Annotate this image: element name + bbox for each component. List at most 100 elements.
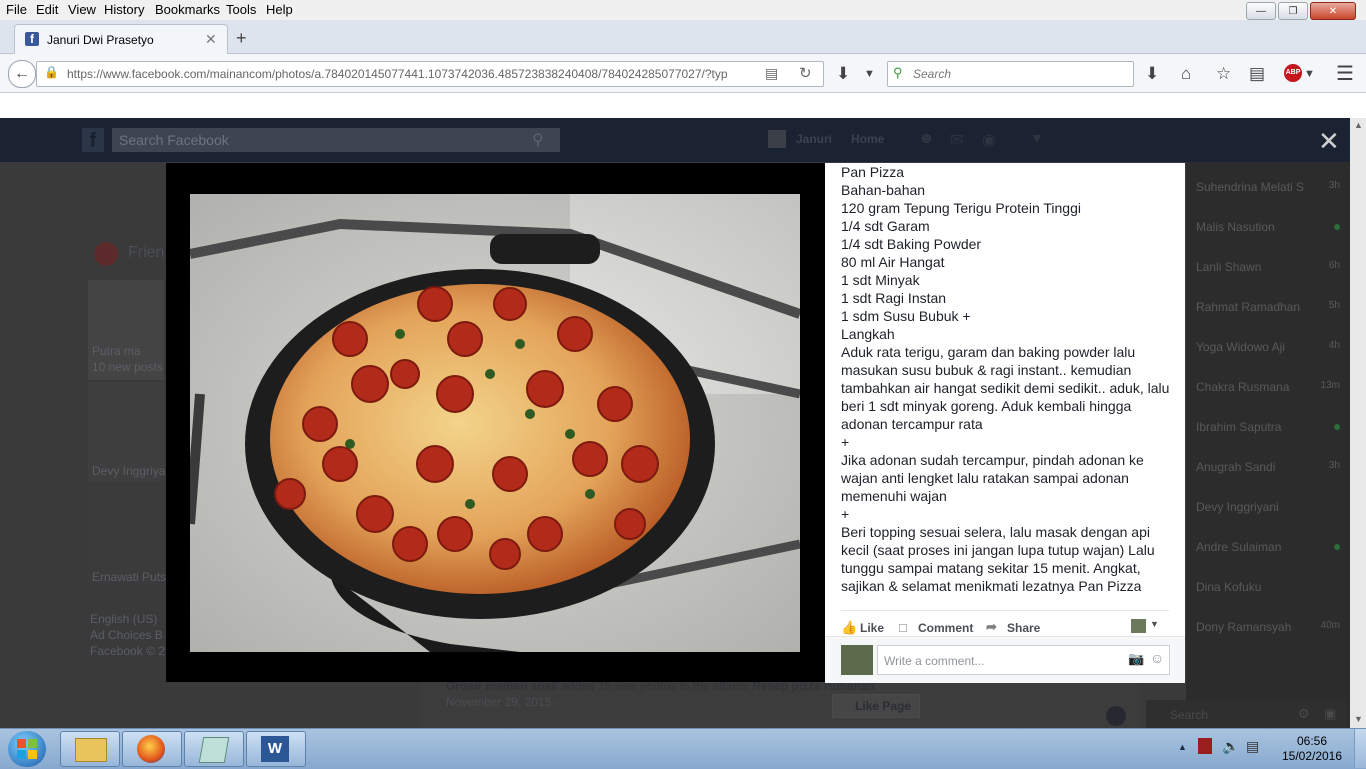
menu-help[interactable]: Help [266, 2, 293, 17]
footer-adchoices[interactable]: Ad Choices B [90, 628, 163, 642]
show-desktop-button[interactable] [1354, 729, 1366, 768]
menu-tools[interactable]: Tools [226, 2, 256, 17]
firefox-taskbar-button[interactable] [122, 731, 182, 767]
bookmarks-list-icon[interactable]: ▤ [1249, 64, 1265, 84]
chat-search-placeholder: Search [1170, 708, 1209, 722]
browser-tab[interactable]: f Januri Dwi Prasetyo ✕ [14, 24, 228, 55]
scrollbar[interactable]: ▲ ▼ [1350, 118, 1366, 728]
url-bar[interactable]: 🔒 https://www.facebook.com/mainancom/pho… [36, 61, 824, 87]
contact-last-active: 13m [1320, 380, 1340, 391]
close-viewer-icon[interactable]: ✕ [1318, 126, 1340, 157]
menu-bar: File Edit View History Bookmarks Tools H… [0, 0, 1366, 20]
hamburger-menu-icon[interactable]: ☰ [1336, 61, 1354, 86]
home-icon[interactable]: ⌂ [1181, 64, 1191, 84]
share-button[interactable]: Share [1007, 621, 1040, 635]
comment-icon: □ [899, 620, 907, 635]
chevron-down-icon[interactable]: ▼ [864, 68, 875, 80]
facebook-logo-icon[interactable]: f [82, 128, 104, 152]
network-icon[interactable]: ▤ [1246, 738, 1259, 755]
search-icon[interactable]: ⚲ [532, 130, 544, 150]
contact-item[interactable]: Devy Inggriyani [1196, 500, 1346, 514]
close-tab-icon[interactable]: ✕ [205, 31, 217, 48]
explorer-taskbar-button[interactable] [60, 731, 120, 767]
contact-item[interactable]: Andre Sulaiman [1196, 540, 1346, 554]
like-page-button[interactable]: Like Page [832, 694, 920, 718]
start-button[interactable] [8, 731, 46, 767]
caption-line: 1 sdt Ragi Instan [841, 290, 947, 306]
menu-history[interactable]: History [104, 2, 144, 17]
contact-item[interactable]: Chakra Rusmana 13m [1196, 380, 1346, 394]
contact-item[interactable]: Lanli Shawn 6h [1196, 260, 1346, 274]
gear-icon[interactable]: ⚙ [1298, 706, 1310, 722]
volume-icon[interactable]: 🔈 [1222, 738, 1239, 755]
adblock-chevron-icon[interactable]: ▼ [1304, 68, 1315, 80]
feed-post: Grosir mainan anak added 15 new photos t… [420, 679, 1140, 728]
show-hidden-icons-icon[interactable]: ▲ [1178, 742, 1187, 752]
caption-line: Bahan-bahan [841, 182, 926, 198]
search-bar[interactable]: ⚲ Search [887, 61, 1134, 87]
contact-item[interactable]: Dina Kofuku [1196, 580, 1346, 594]
settings-chevron-icon[interactable]: ▼ [1030, 130, 1044, 146]
contact-item[interactable]: Suhendrina Melati S 3h [1196, 180, 1346, 194]
contact-item[interactable]: Yoga Widowo Aji 4h [1196, 340, 1346, 354]
contact-item[interactable]: Dony Ramansyah 40m [1196, 620, 1346, 634]
contact-name: Malis Nasution [1196, 220, 1275, 234]
contact-name: Ibrahim Saputra [1196, 420, 1282, 434]
globe-icon[interactable] [1106, 706, 1126, 726]
pizza-photo[interactable] [190, 194, 800, 652]
like-button[interactable]: Like [860, 621, 884, 635]
avatar[interactable] [1131, 619, 1146, 633]
friends-icon [94, 242, 118, 266]
system-clock[interactable]: 06:56 15/02/2016 [1280, 734, 1344, 764]
menu-view[interactable]: View [68, 2, 96, 17]
close-window-button[interactable]: ✕ [1310, 2, 1356, 20]
expand-icon[interactable]: ▣ [1324, 706, 1336, 722]
notifications-icon[interactable]: ◉ [982, 130, 996, 150]
friend-requests-icon[interactable]: ☻ [918, 130, 935, 148]
comment-input[interactable]: Write a comment... 📷 ☺ [877, 645, 1170, 675]
home-link[interactable]: Home [851, 132, 884, 146]
scroll-up-icon[interactable]: ▲ [1354, 120, 1363, 130]
post-date: November 29, 2015 · [446, 695, 559, 709]
menu-file[interactable]: File [6, 2, 27, 17]
url-text: https://www.facebook.com/mainancom/photo… [67, 67, 727, 81]
word-taskbar-button[interactable]: W [246, 731, 306, 767]
chat-search-bar[interactable]: Search ⚙ ▣ [1146, 700, 1346, 728]
camera-icon[interactable]: 📷 [1128, 651, 1144, 667]
contact-item[interactable]: Ibrahim Saputra [1196, 420, 1346, 434]
search-input[interactable]: Search [913, 67, 951, 81]
avatar[interactable] [768, 130, 786, 148]
windows-logo-icon-part [28, 739, 37, 748]
footer-language[interactable]: English (US) [90, 612, 157, 626]
menu-edit[interactable]: Edit [36, 2, 58, 17]
contact-item[interactable]: Malis Nasution [1196, 220, 1346, 234]
menu-bookmarks[interactable]: Bookmarks [155, 2, 220, 17]
tray-app-icon[interactable] [1198, 738, 1212, 754]
maximize-button[interactable]: ❐ [1278, 2, 1308, 20]
contact-name: Dony Ramansyah [1196, 620, 1292, 634]
caption-line: 80 ml Air Hangat [841, 254, 945, 270]
minimize-button[interactable]: — [1246, 2, 1276, 20]
contact-last-active: 6h [1328, 260, 1340, 271]
notepad-taskbar-button[interactable] [184, 731, 244, 767]
contact-item[interactable]: Anugrah Sandi 3h [1196, 460, 1346, 474]
download-icon[interactable]: ⬇ [836, 64, 850, 84]
profile-name[interactable]: Januri [796, 132, 832, 146]
facebook-search-input[interactable]: Search Facebook ⚲ [112, 128, 560, 152]
reader-view-icon[interactable]: ▤ [765, 65, 778, 82]
scroll-down-icon[interactable]: ▼ [1354, 714, 1363, 724]
reload-icon[interactable]: ↻ [799, 64, 812, 82]
emoji-icon[interactable]: ☺ [1150, 650, 1164, 666]
comment-button[interactable]: Comment [918, 621, 973, 635]
back-button[interactable]: ← [8, 60, 36, 88]
downloads-arrow-icon[interactable]: ⬇ [1145, 64, 1159, 84]
adblock-icon[interactable]: ABP [1284, 64, 1302, 82]
chevron-down-icon[interactable]: ▼ [1150, 619, 1159, 629]
contact-last-active: 4h [1328, 340, 1340, 351]
search-engine-icon[interactable]: ⚲ [893, 65, 903, 81]
new-tab-button[interactable]: + [236, 28, 247, 49]
caption-line: + [841, 506, 850, 522]
contact-item[interactable]: Rahmat Ramadhan 5h [1196, 300, 1346, 314]
bookmark-star-icon[interactable]: ☆ [1216, 64, 1231, 84]
messages-icon[interactable]: ✉ [950, 130, 963, 150]
